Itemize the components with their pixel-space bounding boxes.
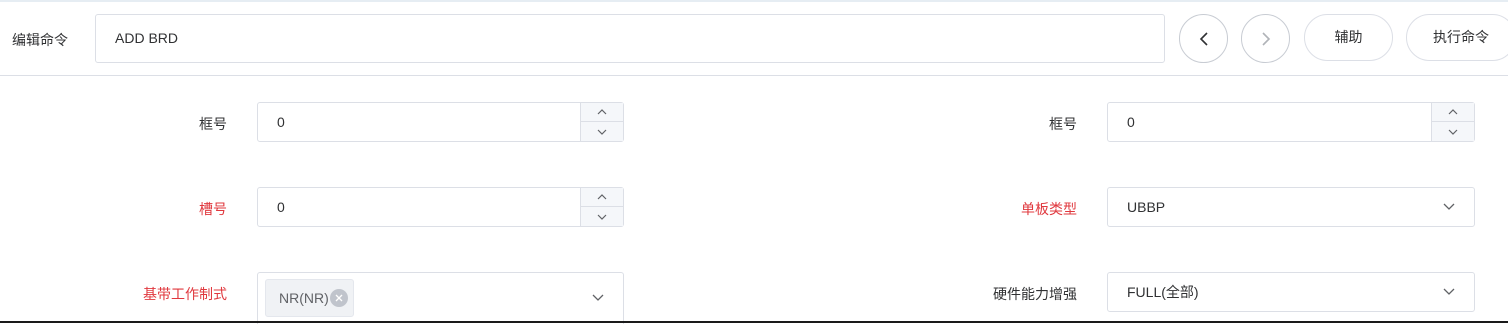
prev-button[interactable] <box>1179 14 1228 63</box>
tag-close-icon[interactable] <box>329 289 348 307</box>
chevron-down-icon <box>1448 129 1458 135</box>
board-type-value: UBBP <box>1127 199 1166 215</box>
frame-label-left: 框号 <box>199 116 227 132</box>
mode-tag-label: NR(NR) <box>279 290 329 306</box>
chevron-up-icon <box>597 109 607 115</box>
frame-stepper-right[interactable] <box>1431 103 1474 141</box>
chevron-right-icon <box>1261 31 1270 46</box>
chevron-left-icon <box>1199 31 1208 46</box>
mode-tag: NR(NR) <box>265 279 354 317</box>
baseband-mode-label: 基带工作制式 <box>143 286 227 302</box>
baseband-mode-select[interactable]: NR(NR) <box>257 272 624 324</box>
chevron-down-icon <box>1443 203 1455 210</box>
chevron-down-icon <box>592 294 604 301</box>
increment-button[interactable] <box>581 103 623 122</box>
decrement-button[interactable] <box>1432 122 1474 141</box>
chevron-down-icon <box>597 214 607 220</box>
board-type-label: 单板类型 <box>1021 201 1077 217</box>
increment-button[interactable] <box>1432 103 1474 122</box>
slot-stepper[interactable] <box>580 188 623 226</box>
execute-command-button[interactable]: 执行命令 <box>1406 14 1508 61</box>
chevron-down-icon <box>1443 288 1455 295</box>
edit-command-label: 编辑命令 <box>12 32 68 48</box>
frame-number-value-right: 0 <box>1127 114 1135 130</box>
frame-stepper-left[interactable] <box>580 103 623 141</box>
frame-number-input-left[interactable]: 0 <box>257 102 624 142</box>
next-button[interactable] <box>1241 14 1290 63</box>
frame-label-right: 框号 <box>1049 116 1077 132</box>
decrement-button[interactable] <box>581 207 623 226</box>
assist-button[interactable]: 辅助 <box>1304 14 1393 61</box>
slot-number-input[interactable]: 0 <box>257 187 624 227</box>
slot-number-value: 0 <box>277 199 285 215</box>
hw-capability-label: 硬件能力增强 <box>993 286 1077 302</box>
chevron-up-icon <box>1448 109 1458 115</box>
hw-capability-value: FULL(全部) <box>1127 284 1199 300</box>
decrement-button[interactable] <box>581 122 623 141</box>
chevron-up-icon <box>597 194 607 200</box>
slot-label: 槽号 <box>199 201 227 217</box>
frame-number-value-left: 0 <box>277 114 285 130</box>
frame-number-input-right[interactable]: 0 <box>1107 102 1475 142</box>
command-toolbar: 编辑命令 ADD BRD 辅助 执行命令 <box>0 0 1508 76</box>
increment-button[interactable] <box>581 188 623 207</box>
board-type-select[interactable]: UBBP <box>1107 187 1475 227</box>
chevron-down-icon <box>597 129 607 135</box>
command-input[interactable]: ADD BRD <box>95 14 1165 63</box>
hw-capability-select[interactable]: FULL(全部) <box>1107 272 1475 312</box>
